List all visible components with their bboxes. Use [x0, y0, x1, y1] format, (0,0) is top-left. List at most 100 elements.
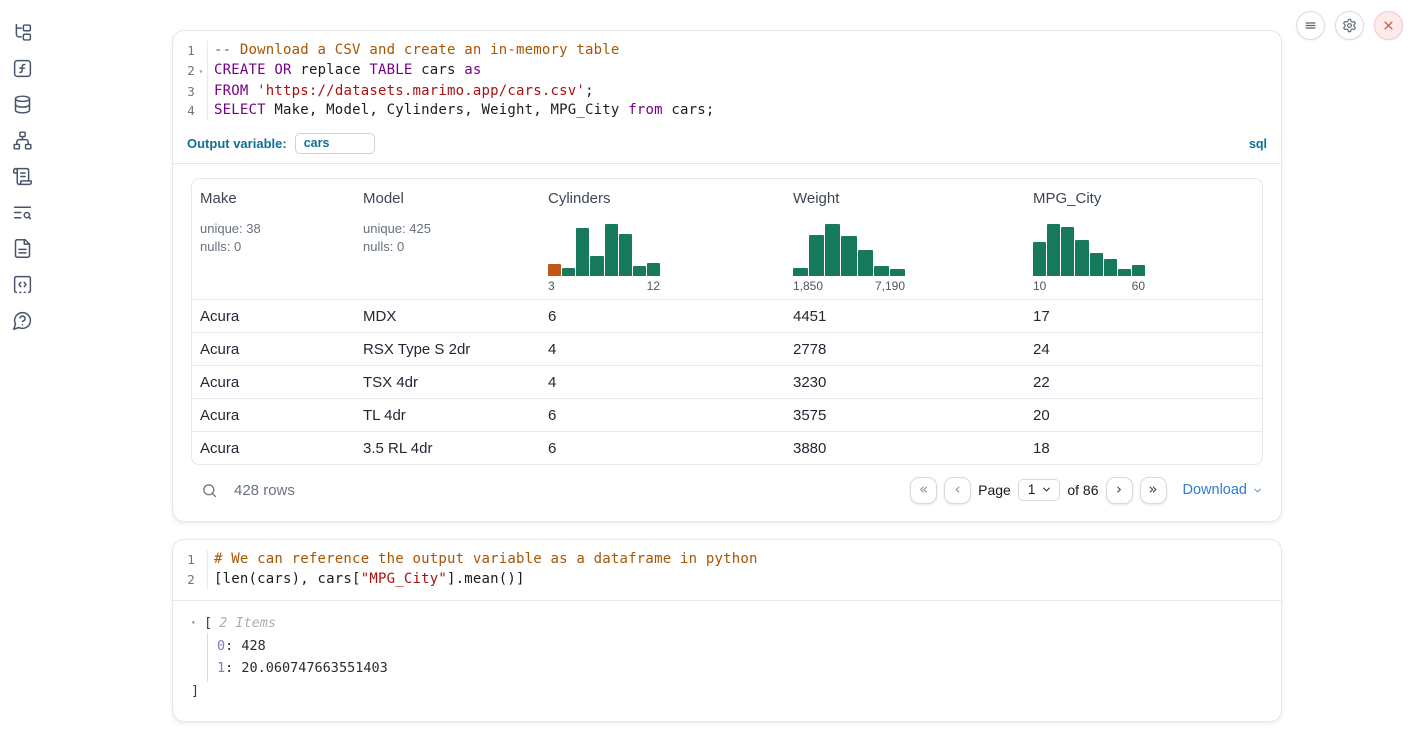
python-code-editor[interactable]: 1# We can reference the output variable …: [173, 540, 1281, 600]
table-row[interactable]: AcuraMDX6445117: [192, 299, 1262, 332]
histogram-bar[interactable]: [1047, 224, 1060, 276]
file-tree-icon[interactable]: [12, 22, 33, 43]
collapse-icon[interactable]: ▾: [191, 613, 204, 633]
table-cell[interactable]: TL 4dr: [355, 407, 540, 424]
code-line[interactable]: 4SELECT Make, Model, Cylinders, Weight, …: [173, 101, 1281, 121]
table-cell[interactable]: 6: [540, 440, 785, 457]
table-cell[interactable]: 6: [540, 308, 785, 325]
code-line[interactable]: 2▾CREATE OR replace TABLE cars as: [173, 61, 1281, 82]
prev-page-button[interactable]: ‹: [944, 477, 971, 504]
histogram-bar[interactable]: [858, 250, 873, 276]
column-header-model[interactable]: Modelunique: 425nulls: 0: [355, 179, 540, 299]
sql-cell: 1 -- Download a CSV and create an in-memo…: [172, 30, 1282, 522]
table-row[interactable]: AcuraRSX Type S 2dr4277824: [192, 332, 1262, 365]
table-cell[interactable]: 4: [540, 341, 785, 358]
table-cell[interactable]: 4: [540, 374, 785, 391]
functions-icon[interactable]: [12, 58, 33, 79]
scratchpad-icon[interactable]: [12, 166, 33, 187]
table-cell[interactable]: 2778: [785, 341, 1025, 358]
histogram-bar[interactable]: [647, 263, 660, 276]
histogram-bar[interactable]: [633, 266, 646, 276]
data-table: Makeunique: 38nulls: 0Modelunique: 425nu…: [191, 178, 1263, 465]
code-line[interactable]: 1-- Download a CSV and create an in-memo…: [173, 41, 1281, 61]
output-variable-label: Output variable:: [187, 136, 287, 151]
logs-search-icon[interactable]: [12, 202, 33, 223]
column-label: Weight: [793, 190, 1017, 207]
histogram-bar[interactable]: [605, 224, 618, 276]
table-cell[interactable]: 20: [1025, 407, 1262, 424]
histogram-bar[interactable]: [562, 268, 575, 276]
table-cell[interactable]: 3.5 RL 4dr: [355, 440, 540, 457]
output-variable-input[interactable]: cars: [295, 133, 375, 154]
histogram-bar[interactable]: [1118, 269, 1131, 276]
code-line[interactable]: 3FROM 'https://datasets.marimo.app/cars.…: [173, 82, 1281, 102]
table-row[interactable]: AcuraTL 4dr6357520: [192, 398, 1262, 431]
settings-button[interactable]: [1335, 11, 1364, 40]
table-cell[interactable]: 22: [1025, 374, 1262, 391]
table-cell[interactable]: Acura: [192, 407, 355, 424]
table-cell[interactable]: 3230: [785, 374, 1025, 391]
table-cell[interactable]: Acura: [192, 374, 355, 391]
table-cell[interactable]: 3575: [785, 407, 1025, 424]
open-bracket: [: [204, 613, 212, 633]
column-header-make[interactable]: Makeunique: 38nulls: 0: [192, 179, 355, 299]
code-line[interactable]: 2[len(cars), cars["MPG_City"].mean()]: [173, 570, 1281, 590]
histogram-bar[interactable]: [1075, 240, 1088, 276]
histogram-bar[interactable]: [590, 256, 603, 276]
histogram-bar[interactable]: [874, 266, 889, 276]
table-cell[interactable]: RSX Type S 2dr: [355, 341, 540, 358]
python-cell: 1# We can reference the output variable …: [172, 539, 1282, 721]
menu-button[interactable]: [1296, 11, 1325, 40]
histogram-bar[interactable]: [1104, 259, 1117, 276]
table-cell[interactable]: 4451: [785, 308, 1025, 325]
table-cell[interactable]: 3880: [785, 440, 1025, 457]
documentation-icon[interactable]: [12, 238, 33, 259]
shutdown-button[interactable]: [1374, 11, 1403, 40]
column-header-cylinders[interactable]: Cylinders312: [540, 179, 785, 299]
datasources-icon[interactable]: [12, 94, 33, 115]
column-stats: unique: 425nulls: 0: [363, 220, 532, 255]
table-row[interactable]: AcuraTSX 4dr4323022: [192, 365, 1262, 398]
gear-icon: [1342, 18, 1357, 33]
histogram-bar[interactable]: [809, 235, 824, 276]
histogram-bar[interactable]: [1132, 265, 1145, 276]
histogram-bar[interactable]: [1061, 227, 1074, 276]
table-cell[interactable]: 18: [1025, 440, 1262, 457]
last-page-button[interactable]: »: [1140, 477, 1167, 504]
histogram-bar[interactable]: [890, 269, 905, 276]
column-header-mpg_city[interactable]: MPG_City1060: [1025, 179, 1262, 299]
code-line[interactable]: 1# We can reference the output variable …: [173, 550, 1281, 570]
histogram-bar[interactable]: [1033, 242, 1046, 276]
search-icon[interactable]: [201, 482, 218, 499]
python-output: ▾ [ 2 Items 0: 4281: 20.060747663551403 …: [173, 601, 1281, 721]
histogram-bar[interactable]: [825, 224, 840, 276]
table-cell[interactable]: MDX: [355, 308, 540, 325]
table-cell[interactable]: 24: [1025, 341, 1262, 358]
dependency-graph-icon[interactable]: [12, 130, 33, 151]
download-button[interactable]: Download: [1183, 482, 1264, 498]
table-cell[interactable]: Acura: [192, 440, 355, 457]
tree-index: 1: [217, 660, 225, 676]
page-select[interactable]: 1: [1018, 479, 1061, 501]
table-cell[interactable]: TSX 4dr: [355, 374, 540, 391]
histogram-bar[interactable]: [841, 236, 856, 276]
histogram-bar[interactable]: [619, 234, 632, 276]
histogram-bars: [1033, 222, 1145, 276]
next-page-button[interactable]: ›: [1106, 477, 1133, 504]
code-text: -- Download a CSV and create an in-memor…: [208, 41, 620, 61]
column-header-weight[interactable]: Weight1,8507,190: [785, 179, 1025, 299]
fold-chevron-icon[interactable]: ▾: [195, 61, 208, 82]
histogram-bar[interactable]: [793, 268, 808, 276]
table-cell[interactable]: Acura: [192, 308, 355, 325]
histogram-bar[interactable]: [1090, 253, 1103, 276]
snippets-icon[interactable]: [12, 274, 33, 295]
histogram-bar[interactable]: [576, 228, 589, 276]
sql-code-editor[interactable]: 1-- Download a CSV and create an in-memo…: [173, 31, 1281, 131]
table-cell[interactable]: 17: [1025, 308, 1262, 325]
histogram-bar[interactable]: [548, 264, 561, 276]
first-page-button[interactable]: «: [910, 477, 937, 504]
help-icon[interactable]: [12, 310, 33, 331]
table-cell[interactable]: 6: [540, 407, 785, 424]
table-cell[interactable]: Acura: [192, 341, 355, 358]
table-row[interactable]: Acura3.5 RL 4dr6388018: [192, 431, 1262, 464]
